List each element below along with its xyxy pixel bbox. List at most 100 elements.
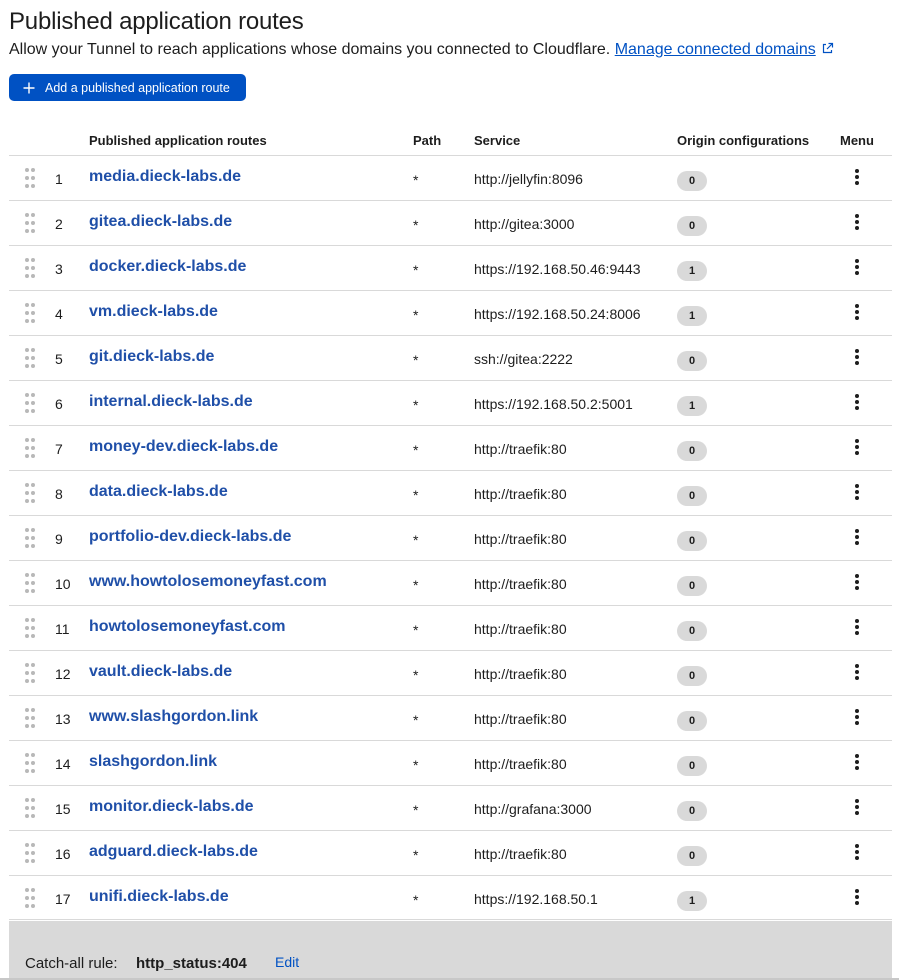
drag-handle-icon[interactable]: [25, 393, 35, 413]
route-service: https://192.168.50.46:9443: [474, 261, 641, 277]
kebab-menu-icon[interactable]: [847, 482, 867, 502]
drag-handle-icon[interactable]: [25, 663, 35, 683]
kebab-menu-icon[interactable]: [847, 572, 867, 592]
route-hostname-link[interactable]: portfolio-dev.dieck-labs.de: [89, 528, 291, 546]
route-path: *: [413, 217, 419, 233]
kebab-menu-icon[interactable]: [847, 797, 867, 817]
add-button-label: Add a published application route: [45, 80, 230, 95]
drag-handle-icon[interactable]: [25, 798, 35, 818]
table-row: 16 adguard.dieck-labs.de * http://traefik:8…: [9, 830, 892, 875]
manage-connected-domains-link[interactable]: Manage connected domains: [615, 41, 816, 58]
drag-handle-icon[interactable]: [25, 528, 35, 548]
route-hostname-link[interactable]: git.dieck-labs.de: [89, 348, 214, 366]
route-hostname-link[interactable]: gitea.dieck-labs.de: [89, 213, 232, 231]
table-row: 15 monitor.dieck-labs.de * http://grafana:3…: [9, 785, 892, 830]
kebab-menu-icon[interactable]: [847, 257, 867, 277]
kebab-menu-icon[interactable]: [847, 392, 867, 412]
route-service: http://traefik:80: [474, 441, 567, 457]
row-number: 11: [55, 621, 70, 637]
drag-handle-icon[interactable]: [25, 753, 35, 773]
route-service: http://gitea:3000: [474, 216, 575, 232]
drag-handle-icon[interactable]: [25, 843, 35, 863]
origin-config-count-badge: 0: [677, 216, 707, 236]
route-hostname-link[interactable]: media.dieck-labs.de: [89, 168, 241, 186]
row-number: 17: [55, 891, 71, 907]
kebab-menu-icon[interactable]: [847, 212, 867, 232]
drag-handle-icon[interactable]: [25, 258, 35, 278]
add-published-route-button[interactable]: Add a published application route: [9, 74, 246, 101]
table-row: 2 gitea.dieck-labs.de * http://gitea:3000 0: [9, 200, 892, 245]
drag-handle-icon[interactable]: [25, 438, 35, 458]
route-hostname-link[interactable]: www.howtolosemoneyfast.com: [89, 573, 327, 591]
route-hostname-link[interactable]: adguard.dieck-labs.de: [89, 843, 258, 861]
route-path: *: [413, 262, 419, 278]
kebab-menu-icon[interactable]: [847, 842, 867, 862]
table-header: Published application routes Path Servic…: [9, 125, 892, 155]
route-hostname-link[interactable]: unifi.dieck-labs.de: [89, 888, 229, 906]
route-path: *: [413, 712, 419, 728]
kebab-menu-icon[interactable]: [847, 167, 867, 187]
table-row: 17 unifi.dieck-labs.de * https://192.168.50…: [9, 875, 892, 920]
column-header-routes[interactable]: Published application routes: [89, 133, 267, 148]
drag-handle-icon[interactable]: [25, 618, 35, 638]
manage-link-label: Manage connected domains: [614, 41, 816, 58]
drag-handle-icon[interactable]: [25, 483, 35, 503]
kebab-menu-icon[interactable]: [847, 752, 867, 772]
row-number: 9: [55, 531, 63, 547]
row-number: 2: [55, 216, 63, 232]
route-hostname-link[interactable]: docker.dieck-labs.de: [89, 258, 246, 276]
kebab-menu-icon[interactable]: [847, 887, 867, 907]
route-path: *: [413, 757, 419, 773]
drag-handle-icon[interactable]: [25, 573, 35, 593]
column-header-origin[interactable]: Origin configurations: [677, 133, 809, 148]
route-hostname-link[interactable]: www.slashgordon.link: [89, 708, 258, 726]
origin-config-count-badge: 0: [677, 576, 707, 596]
origin-config-count-badge: 1: [677, 261, 707, 281]
page-title: Published application routes: [9, 8, 304, 35]
kebab-menu-icon[interactable]: [847, 617, 867, 637]
route-path: *: [413, 172, 419, 188]
route-hostname-link[interactable]: slashgordon.link: [89, 753, 217, 771]
origin-config-count-badge: 0: [677, 801, 707, 821]
catch-all-value: http_status:404: [136, 955, 247, 972]
route-hostname-link[interactable]: data.dieck-labs.de: [89, 483, 228, 501]
catch-all-rule-bar: Catch-all rule: http_status:404 Edit: [9, 921, 892, 980]
origin-config-count-badge: 0: [677, 531, 707, 551]
origin-config-count-badge: 0: [677, 171, 707, 191]
kebab-menu-icon[interactable]: [847, 347, 867, 367]
route-hostname-link[interactable]: vault.dieck-labs.de: [89, 663, 232, 681]
route-hostname-link[interactable]: monitor.dieck-labs.de: [89, 798, 253, 816]
drag-handle-icon[interactable]: [25, 213, 35, 233]
row-number: 7: [55, 441, 63, 457]
table-row: 13 www.slashgordon.link * http://traefik:80…: [9, 695, 892, 740]
catch-all-label: Catch-all rule:: [25, 955, 118, 972]
kebab-menu-icon[interactable]: [847, 302, 867, 322]
drag-handle-icon[interactable]: [25, 888, 35, 908]
kebab-menu-icon[interactable]: [847, 527, 867, 547]
route-hostname-link[interactable]: money-dev.dieck-labs.de: [89, 438, 278, 456]
kebab-menu-icon[interactable]: [847, 707, 867, 727]
table-row: 9 portfolio-dev.dieck-labs.de * http://trae…: [9, 515, 892, 560]
drag-handle-icon[interactable]: [25, 708, 35, 728]
route-hostname-link[interactable]: internal.dieck-labs.de: [89, 393, 253, 411]
route-path: *: [413, 352, 419, 368]
route-service: http://jellyfin:8096: [474, 171, 583, 187]
column-header-path[interactable]: Path: [413, 133, 441, 148]
drag-handle-icon[interactable]: [25, 348, 35, 368]
route-hostname-link[interactable]: howtolosemoneyfast.com: [89, 618, 285, 636]
catch-all-edit-link[interactable]: Edit: [275, 954, 299, 970]
table-row: 5 git.dieck-labs.de * ssh://gitea:2222 0: [9, 335, 892, 380]
route-hostname-link[interactable]: vm.dieck-labs.de: [89, 303, 218, 321]
origin-config-count-badge: 0: [677, 666, 707, 686]
table-row: 14 slashgordon.link * http://traefik:80 0: [9, 740, 892, 785]
kebab-menu-icon[interactable]: [847, 437, 867, 457]
description-text: Allow your Tunnel to reach applications …: [9, 41, 611, 58]
route-service: http://grafana:3000: [474, 801, 592, 817]
drag-handle-icon[interactable]: [25, 303, 35, 323]
column-header-service[interactable]: Service: [474, 133, 520, 148]
kebab-menu-icon[interactable]: [847, 662, 867, 682]
table-row: 1 media.dieck-labs.de * http://jellyfin:809…: [9, 155, 892, 200]
external-link-icon[interactable]: [821, 42, 834, 55]
drag-handle-icon[interactable]: [25, 168, 35, 188]
routes-table: Published application routes Path Servic…: [9, 125, 892, 920]
